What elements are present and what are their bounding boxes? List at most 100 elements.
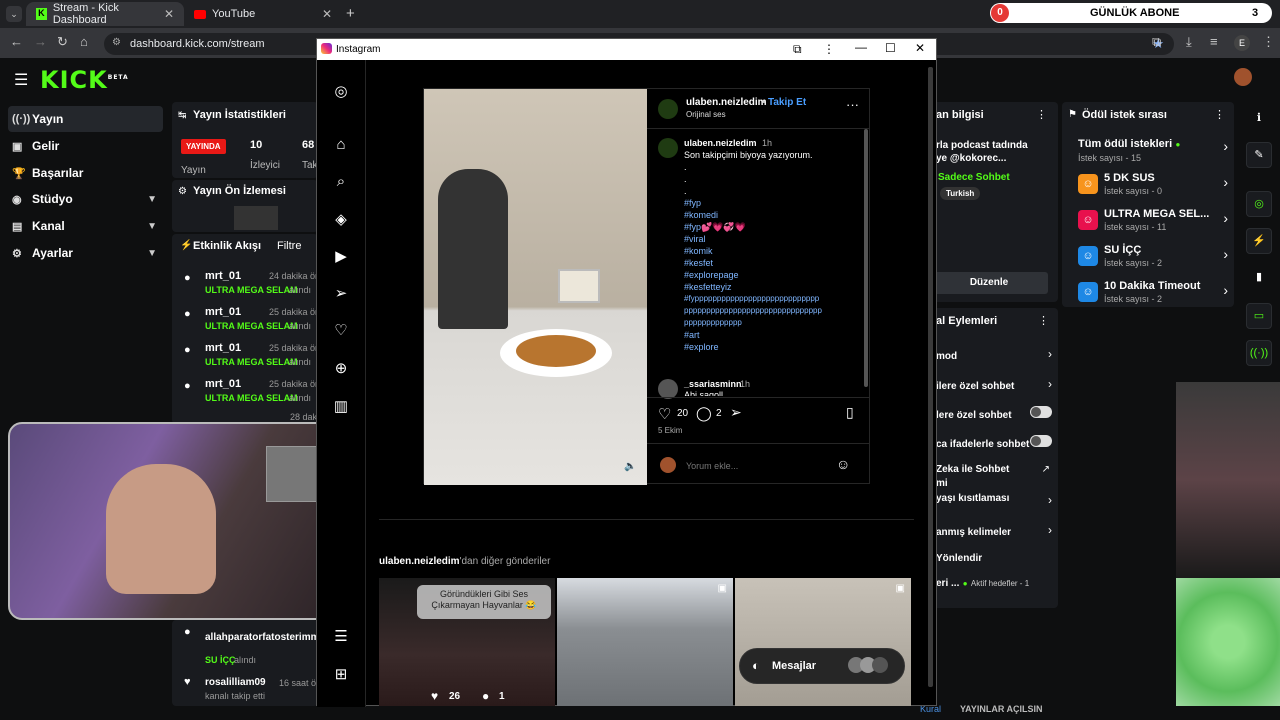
notifications-heart-icon[interactable]: ♡	[331, 321, 351, 341]
chat-icon[interactable]: ▭	[1246, 303, 1272, 329]
caption-avatar[interactable]	[658, 138, 678, 158]
mod-row[interactable]: ca ifadelerle sohbet	[936, 435, 1052, 450]
sidebar-item-basarilar[interactable]: 🏆 Başarılar	[8, 160, 163, 186]
edit-info-button[interactable]: Düzenle	[930, 272, 1048, 294]
explore-icon[interactable]: ◈	[331, 210, 351, 230]
hashtag[interactable]: #kesfet	[684, 257, 854, 269]
close-window-icon[interactable]: ✕	[915, 41, 925, 55]
info-icon[interactable]: ℹ	[1246, 106, 1272, 132]
comment-username[interactable]: _ssariasminn	[684, 379, 742, 389]
tab-kick-dashboard[interactable]: K Stream - Kick Dashboard ✕	[26, 2, 184, 26]
hashtag[interactable]: #viral	[684, 233, 854, 245]
search-icon[interactable]: ⌕	[331, 173, 351, 193]
hamburger-menu-icon[interactable]: ☰	[14, 70, 28, 90]
trash-icon[interactable]: ▮	[1246, 265, 1272, 291]
extensions-icon[interactable]: ⧉	[1152, 34, 1161, 50]
instagram-logo-icon[interactable]: ◎	[331, 82, 351, 102]
threads-icon[interactable]: ⊞	[331, 665, 351, 685]
hashtag[interactable]: #explore	[684, 341, 854, 353]
home-icon[interactable]: ⌂	[80, 34, 88, 49]
hashtag[interactable]: ppppppppppppppppppppppppppppppp	[684, 305, 854, 317]
sidebar-item-yayin[interactable]: ((·)) Yayın	[8, 106, 163, 132]
hashtag[interactable]: #art	[684, 329, 854, 341]
comment-input[interactable]: Yorum ekle...	[686, 461, 738, 471]
back-icon[interactable]: ←	[10, 34, 23, 49]
download-icon[interactable]: ⤓	[1186, 34, 1192, 50]
hashtag[interactable]: ppppppppppppp	[684, 317, 854, 329]
mod-row[interactable]: eri ... ● Aktif hedefler - 1	[936, 575, 1052, 589]
window-menu-icon[interactable]: ⋮	[823, 42, 835, 56]
more-options-icon[interactable]: ⋮	[1038, 314, 1049, 327]
tab-search-icon[interactable]: ⌄	[6, 6, 22, 22]
hashtag[interactable]: #komik	[684, 245, 854, 257]
reload-icon[interactable]: ↻	[57, 34, 68, 50]
mod-row[interactable]: Yönlendir	[936, 550, 1052, 564]
sidebar-item-studyo[interactable]: ◉ Stüdyo ▼	[8, 186, 163, 212]
minimize-icon[interactable]: —	[855, 40, 867, 54]
mod-row[interactable]: anmış kelimeler ›	[936, 523, 1052, 538]
new-tab-icon[interactable]: +	[346, 5, 355, 22]
post-options-icon[interactable]: ···	[846, 97, 859, 112]
dashboard-icon[interactable]: ▥	[331, 397, 351, 417]
extension-icon[interactable]: ⧉	[793, 42, 802, 57]
author-avatar[interactable]	[658, 99, 678, 119]
broadcast-toggle-icon[interactable]: ((·))	[1246, 340, 1272, 366]
mod-row[interactable]: Zeka ile Sohbet mi ↗	[936, 461, 1052, 489]
more-menu-icon[interactable]: ☰	[331, 627, 351, 647]
preview-thumbnail[interactable]	[234, 206, 278, 230]
like-icon[interactable]: ♡	[658, 405, 671, 423]
maximize-icon[interactable]: ☐	[885, 41, 896, 55]
forward-icon[interactable]: →	[34, 34, 47, 49]
media-icon[interactable]: ≡	[1210, 34, 1218, 49]
emoji-icon[interactable]: ☺	[836, 456, 850, 472]
caption-username[interactable]: ulaben.neizledim	[684, 138, 757, 148]
more-options-icon[interactable]: ⋮	[1214, 108, 1225, 121]
home-icon[interactable]: ⌂	[331, 136, 351, 156]
post-thumbnail[interactable]: Göründükleri Gibi Ses Çıkarmayan Hayvanl…	[379, 578, 555, 706]
all-rewards-row[interactable]: Tüm ödül istekleri ● İstek sayısı - 15 ›	[1078, 136, 1228, 164]
hashtag[interactable]: #fyp	[684, 197, 854, 209]
close-tab-icon[interactable]: ✕	[322, 7, 332, 21]
mod-row[interactable]: ilere özel sohbet ›	[936, 377, 1052, 392]
post-thumbnail[interactable]: ▣	[735, 578, 911, 706]
caption-scrollbar[interactable]	[864, 129, 868, 387]
kick-logo[interactable]: KICKBETA	[40, 66, 129, 94]
more-options-icon[interactable]: ⋮	[1036, 108, 1047, 121]
profile-avatar[interactable]: E	[1234, 35, 1250, 51]
site-info-icon[interactable]: ⚙	[112, 37, 121, 48]
sidebar-item-kanal[interactable]: ▤ Kanal ▼	[8, 213, 163, 239]
direct-icon[interactable]: ➢	[331, 284, 351, 304]
page-scrollbar[interactable]	[928, 67, 933, 687]
close-tab-icon[interactable]: ✕	[164, 7, 174, 21]
share-icon[interactable]: ➢	[730, 404, 742, 421]
author-username[interactable]: ulaben.neizledim	[686, 97, 767, 108]
user-avatar[interactable]	[1234, 68, 1252, 86]
edit-icon[interactable]: ✎	[1246, 142, 1272, 168]
reels-icon[interactable]: ▶	[331, 247, 351, 267]
hashtag[interactable]: #komedi	[684, 209, 854, 221]
save-icon[interactable]: ▯	[846, 404, 854, 421]
hashtag[interactable]: #explorepage	[684, 269, 854, 281]
post-video[interactable]: 🔈	[424, 89, 647, 485]
mod-row[interactable]: lere özel sohbet	[936, 406, 1052, 421]
sidebar-item-gelir[interactable]: ▣ Gelir	[8, 133, 163, 159]
sidebar-item-ayarlar[interactable]: ⚙ Ayarlar ▼	[8, 240, 163, 266]
audio-label[interactable]: Orijinal ses	[686, 110, 726, 119]
mute-icon[interactable]: 🔈	[624, 461, 636, 472]
more-posts-user[interactable]: ulaben.neizledim	[379, 556, 460, 567]
browser-menu-icon[interactable]: ⋮	[1262, 34, 1275, 50]
create-icon[interactable]: ⊕	[331, 359, 351, 379]
camera-icon[interactable]: ◎	[1246, 191, 1272, 217]
hashtag[interactable]: #fypppppppppppppppppppppppppppp	[684, 293, 854, 305]
commenter-avatar[interactable]	[658, 379, 678, 399]
mod-row[interactable]: yaşı kısıtlaması ›	[936, 490, 1052, 507]
mod-row[interactable]: mod ›	[936, 347, 1052, 362]
follow-button[interactable]: Takip Et	[768, 97, 806, 108]
feed-filter-button[interactable]: Filtre	[277, 240, 301, 252]
messages-button[interactable]: ◐ Mesajlar	[739, 648, 905, 684]
tab-youtube[interactable]: YouTube ✕	[184, 2, 342, 26]
post-thumbnail[interactable]: ▣	[557, 578, 733, 706]
hashtag[interactable]: #kesfetteyiz	[684, 281, 854, 293]
hashtag[interactable]: #fyp💕💗💞💗	[684, 221, 854, 233]
comment-icon[interactable]: ◯	[696, 405, 712, 422]
